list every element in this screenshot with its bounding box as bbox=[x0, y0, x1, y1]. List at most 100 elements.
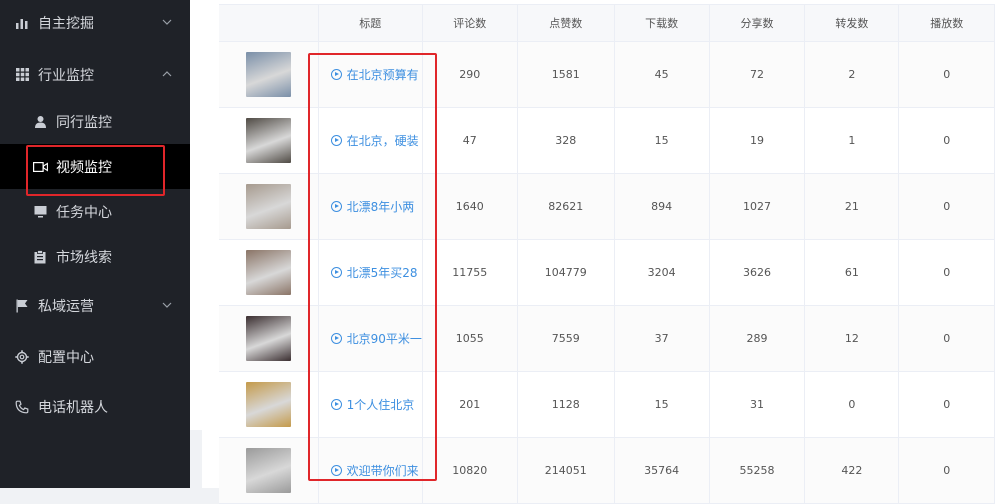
downloads-cell: 894 bbox=[614, 173, 710, 240]
menu-item-peer-monitor[interactable]: 同行监控 bbox=[0, 99, 190, 144]
menu-item-self-mining[interactable]: 自主挖掘 bbox=[0, 0, 190, 45]
bar-chart-icon bbox=[14, 15, 30, 31]
menu-label: 配置中心 bbox=[38, 349, 94, 366]
menu-label: 行业监控 bbox=[38, 67, 94, 84]
menu-label: 私域运营 bbox=[38, 298, 94, 315]
play-icon bbox=[330, 201, 342, 212]
title-cell[interactable]: 1个人住北京 bbox=[318, 371, 423, 438]
user-icon bbox=[32, 114, 48, 130]
col-header-likes[interactable]: 点赞数 bbox=[517, 4, 615, 42]
table-row: 1个人住北京 201 1128 15 31 0 0 bbox=[219, 371, 995, 438]
play-icon bbox=[330, 399, 342, 410]
video-thumbnail[interactable] bbox=[245, 118, 291, 163]
menu-label: 自主挖掘 bbox=[38, 15, 94, 32]
menu-item-task-center[interactable]: 任务中心 bbox=[0, 189, 190, 234]
col-header-downloads[interactable]: 下载数 bbox=[614, 4, 710, 42]
menu-item-config-center[interactable]: 配置中心 bbox=[0, 334, 190, 379]
video-thumbnail[interactable] bbox=[245, 184, 291, 229]
downloads-cell: 45 bbox=[614, 41, 710, 108]
likes-cell: 214051 bbox=[517, 437, 615, 504]
play-icon bbox=[330, 267, 342, 278]
menu-item-phone-robot[interactable]: 电话机器人 bbox=[0, 384, 190, 429]
table-row: 北京90平米一 1055 7559 37 289 12 0 bbox=[219, 305, 995, 372]
menu-label: 同行监控 bbox=[56, 114, 112, 131]
video-thumbnail[interactable] bbox=[245, 448, 291, 493]
phone-icon bbox=[14, 399, 30, 415]
video-thumbnail[interactable] bbox=[245, 250, 291, 295]
downloads-cell: 15 bbox=[614, 107, 710, 174]
title-cell[interactable]: 北漂5年买28 bbox=[318, 239, 423, 306]
col-header-plays[interactable]: 播放数 bbox=[898, 4, 995, 42]
col-header-shares[interactable]: 分享数 bbox=[709, 4, 806, 42]
video-thumbnail[interactable] bbox=[245, 316, 291, 361]
chevron-up-icon bbox=[162, 71, 172, 77]
shares-cell: 19 bbox=[709, 107, 806, 174]
thumb-cell bbox=[219, 305, 319, 372]
plays-cell: 0 bbox=[898, 371, 995, 438]
col-header-forwards[interactable]: 转发数 bbox=[804, 4, 900, 42]
flag-icon bbox=[14, 298, 30, 314]
title-cell[interactable]: 欢迎带你们来 bbox=[318, 437, 423, 504]
comments-cell: 1055 bbox=[422, 305, 518, 372]
col-header-title[interactable]: 标题 bbox=[318, 4, 423, 42]
chevron-down-icon bbox=[162, 19, 172, 25]
video-title-link[interactable]: 1个人住北京 bbox=[347, 398, 415, 412]
menu-item-market-leads[interactable]: 市场线索 bbox=[0, 234, 190, 279]
likes-cell: 82621 bbox=[517, 173, 615, 240]
shares-cell: 3626 bbox=[709, 239, 806, 306]
title-cell[interactable]: 北漂8年小两 bbox=[318, 173, 423, 240]
table-row: 北漂8年小两 1640 82621 894 1027 21 0 bbox=[219, 173, 995, 240]
plays-cell: 0 bbox=[898, 107, 995, 174]
comments-cell: 201 bbox=[422, 371, 518, 438]
shares-cell: 31 bbox=[709, 371, 806, 438]
forwards-cell: 2 bbox=[804, 41, 900, 108]
play-icon bbox=[330, 135, 342, 146]
table-row: 北漂5年买28 11755 104779 3204 3626 61 0 bbox=[219, 239, 995, 306]
plays-cell: 0 bbox=[898, 437, 995, 504]
video-title-link[interactable]: 在北京预算有 bbox=[347, 68, 419, 82]
video-title-link[interactable]: 北漂8年小两 bbox=[347, 200, 415, 214]
col-header-comments[interactable]: 评论数 bbox=[422, 4, 518, 42]
title-cell[interactable]: 在北京预算有 bbox=[318, 41, 423, 108]
video-title-link[interactable]: 欢迎带你们来 bbox=[347, 464, 419, 478]
likes-cell: 104779 bbox=[517, 239, 615, 306]
thumb-cell bbox=[219, 107, 319, 174]
plays-cell: 0 bbox=[898, 41, 995, 108]
plays-cell: 0 bbox=[898, 173, 995, 240]
menu-item-video-monitor[interactable]: 视频监控 bbox=[0, 144, 190, 189]
table-header: 标题 评论数 点赞数 下载数 分享数 转发数 播放数 bbox=[219, 4, 995, 42]
forwards-cell: 61 bbox=[804, 239, 900, 306]
monitor-icon bbox=[32, 204, 48, 220]
thumb-cell bbox=[219, 239, 319, 306]
table-row: 欢迎带你们来 10820 214051 35764 55258 422 0 bbox=[219, 437, 995, 504]
video-title-link[interactable]: 北漂5年买28 bbox=[347, 266, 418, 280]
menu-item-private-ops[interactable]: 私域运营 bbox=[0, 283, 190, 328]
video-title-link[interactable]: 在北京，硬装 bbox=[347, 134, 419, 148]
col-header-thumb bbox=[219, 4, 319, 42]
forwards-cell: 21 bbox=[804, 173, 900, 240]
plays-cell: 0 bbox=[898, 239, 995, 306]
likes-cell: 1581 bbox=[517, 41, 615, 108]
play-icon bbox=[330, 333, 342, 344]
menu-label: 电话机器人 bbox=[38, 399, 108, 416]
grid-icon bbox=[14, 67, 30, 83]
likes-cell: 328 bbox=[517, 107, 615, 174]
title-cell[interactable]: 在北京，硬装 bbox=[318, 107, 423, 174]
downloads-cell: 37 bbox=[614, 305, 710, 372]
likes-cell: 1128 bbox=[517, 371, 615, 438]
plays-cell: 0 bbox=[898, 305, 995, 372]
comments-cell: 10820 bbox=[422, 437, 518, 504]
shares-cell: 55258 bbox=[709, 437, 806, 504]
video-title-link[interactable]: 北京90平米一 bbox=[347, 332, 422, 346]
forwards-cell: 1 bbox=[804, 107, 900, 174]
title-cell[interactable]: 北京90平米一 bbox=[318, 305, 423, 372]
shares-cell: 1027 bbox=[709, 173, 806, 240]
forwards-cell: 422 bbox=[804, 437, 900, 504]
video-thumbnail[interactable] bbox=[245, 52, 291, 97]
comments-cell: 11755 bbox=[422, 239, 518, 306]
thumb-cell bbox=[219, 371, 319, 438]
menu-item-industry-monitor[interactable]: 行业监控 bbox=[0, 52, 190, 97]
video-thumbnail[interactable] bbox=[245, 382, 291, 427]
menu-label: 任务中心 bbox=[56, 204, 112, 221]
downloads-cell: 35764 bbox=[614, 437, 710, 504]
